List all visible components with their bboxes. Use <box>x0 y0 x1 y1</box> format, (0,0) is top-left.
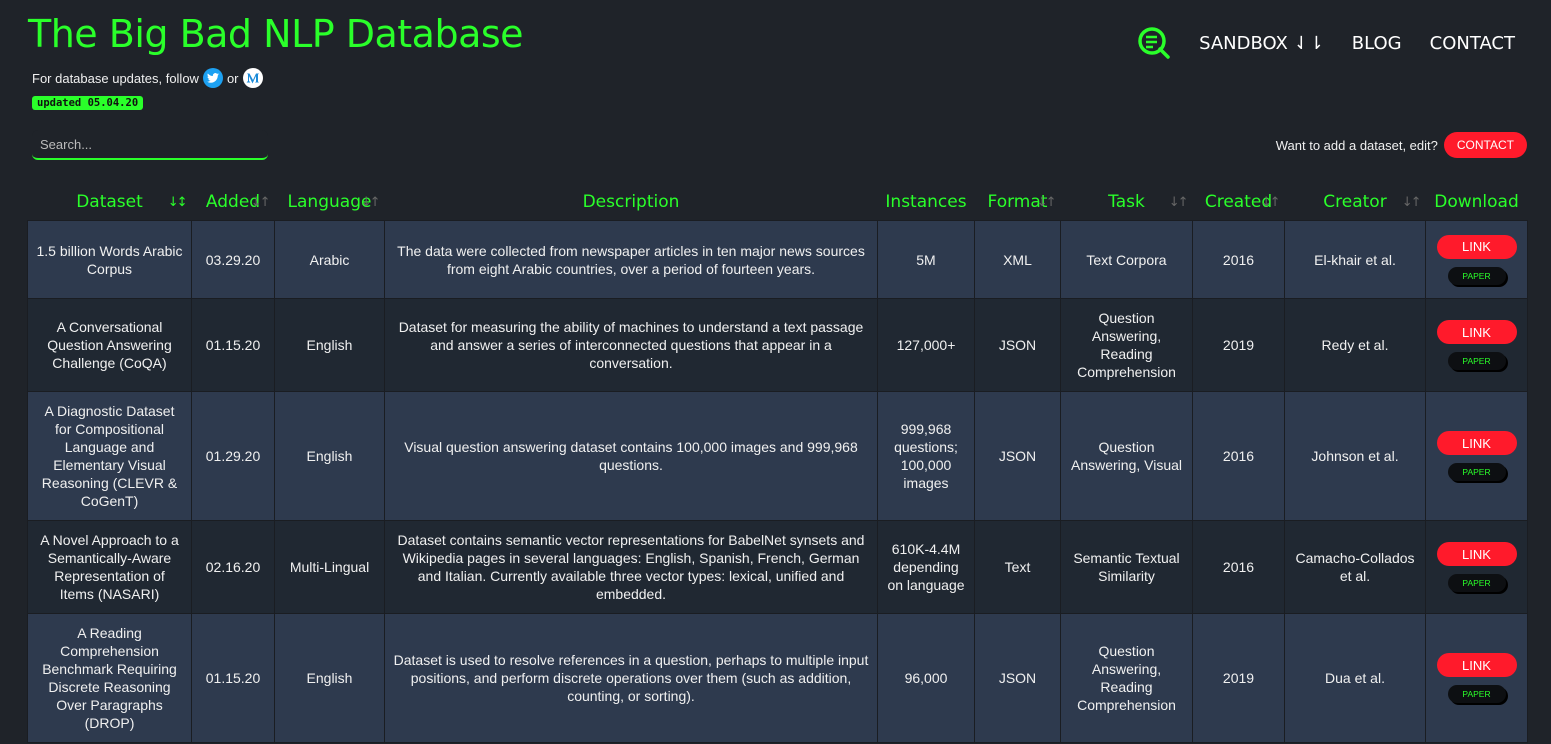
paper-button[interactable]: PAPER <box>1447 574 1506 592</box>
cell-added: 01.29.20 <box>191 391 275 521</box>
sort-icon[interactable]: ↓↑ <box>361 195 381 210</box>
cell-task: Question Answering, Reading Comprehensio… <box>1060 613 1193 743</box>
cell-task: Question Answering, Reading Comprehensio… <box>1060 298 1193 392</box>
cell-language: English <box>274 298 385 392</box>
cell-description: Dataset contains semantic vector represe… <box>384 520 878 614</box>
cell-created: 2019 <box>1192 613 1285 743</box>
cell-created: 2019 <box>1192 298 1285 392</box>
follow-line: For database updates, follow or <box>32 68 263 88</box>
table-row: A Diagnostic Dataset for Compositional L… <box>27 391 1528 521</box>
link-button[interactable]: LINK <box>1436 320 1517 344</box>
cell-creator: Camacho-Collados et al. <box>1284 520 1426 614</box>
sort-icon[interactable]: ↓↑ <box>1169 195 1189 210</box>
header-description: Description <box>384 184 878 221</box>
nav-sandbox[interactable]: SANDBOX ⇃⇂ <box>1199 33 1324 54</box>
paper-button[interactable]: PAPER <box>1447 463 1506 481</box>
cell-created: 2016 <box>1192 520 1285 614</box>
paper-button[interactable]: PAPER <box>1447 266 1506 285</box>
cell-dataset: 1.5 billion Words Arabic Corpus <box>27 220 192 299</box>
sort-icon[interactable]: ↓↑ <box>1037 195 1057 210</box>
follow-text: For database updates, follow <box>32 70 199 86</box>
cell-description: Dataset is used to resolve references in… <box>384 613 878 743</box>
link-button[interactable]: LINK <box>1436 234 1517 259</box>
paper-button[interactable]: PAPER <box>1447 352 1506 370</box>
updated-badge: updated 05.04.20 <box>32 96 144 110</box>
cell-format: Text <box>974 520 1061 614</box>
cell-instances: 127,000+ <box>877 298 975 392</box>
search-input[interactable] <box>32 130 268 160</box>
contact-button[interactable]: CONTACT <box>1443 132 1527 158</box>
table-row: A Novel Approach to a Semantically-Aware… <box>27 520 1528 614</box>
dataset-table: Dataset ↓↕ Added ↓↑ Language ↓↑ Description… <box>27 184 1528 743</box>
cell-created: 2016 <box>1192 391 1285 521</box>
cell-format: JSON <box>974 391 1061 521</box>
nav-blog[interactable]: BLOG <box>1352 33 1402 54</box>
cell-task: Text Corpora <box>1060 220 1193 299</box>
cell-creator: El-khair et al. <box>1284 220 1426 299</box>
cell-description: The data were collected from newspaper a… <box>384 220 878 299</box>
top-nav: SANDBOX ⇃⇂ BLOG CONTACT <box>1137 26 1515 60</box>
cell-format: JSON <box>974 613 1061 743</box>
follow-or: or <box>226 70 239 86</box>
cell-instances: 610K-4.4M depending on language <box>877 520 975 614</box>
nav-contact[interactable]: CONTACT <box>1430 33 1515 54</box>
cell-description: Visual question answering dataset contai… <box>384 391 878 521</box>
header-language[interactable]: Language ↓↑ <box>274 184 385 221</box>
cell-dataset: A Novel Approach to a Semantically-Aware… <box>27 520 192 614</box>
cell-added: 01.15.20 <box>191 613 275 743</box>
header-creator[interactable]: Creator ↓↑ <box>1284 184 1426 221</box>
cell-added: 02.16.20 <box>191 520 275 614</box>
cell-download: LINK PAPER <box>1425 520 1528 614</box>
cell-language: English <box>274 391 385 521</box>
table-row: 1.5 billion Words Arabic Corpus 03.29.20… <box>27 220 1528 299</box>
search-logo-icon[interactable] <box>1137 26 1171 60</box>
header-added[interactable]: Added ↓↑ <box>191 184 275 221</box>
sort-icon[interactable]: ↓↑ <box>1402 195 1422 210</box>
site-title: The Big Bad NLP Database <box>28 12 524 56</box>
cell-created: 2016 <box>1192 220 1285 299</box>
link-button[interactable]: LINK <box>1436 431 1517 455</box>
cell-instances: 5M <box>877 220 975 299</box>
cell-task: Question Answering, Visual <box>1060 391 1193 521</box>
medium-icon[interactable] <box>242 68 263 88</box>
cell-creator: Redy et al. <box>1284 298 1426 392</box>
cell-instances: 96,000 <box>877 613 975 743</box>
header-created[interactable]: Created ↓↑ <box>1192 184 1285 221</box>
paper-button[interactable]: PAPER <box>1447 685 1506 703</box>
cell-download: LINK PAPER <box>1425 220 1528 299</box>
cell-instances: 999,968 questions; 100,000 images <box>877 391 975 521</box>
cell-download: LINK PAPER <box>1425 298 1528 392</box>
cell-language: English <box>274 613 385 743</box>
sort-icon[interactable]: ↓↑ <box>1261 195 1281 210</box>
add-dataset-row: Want to add a dataset, edit? CONTACT <box>1276 132 1527 158</box>
cell-task: Semantic Textual Similarity <box>1060 520 1193 614</box>
header-task[interactable]: Task ↓↑ <box>1060 184 1193 221</box>
header-format[interactable]: Format ↓↑ <box>974 184 1061 221</box>
add-dataset-text: Want to add a dataset, edit? <box>1275 137 1438 153</box>
cell-added: 03.29.20 <box>191 220 275 299</box>
link-button[interactable]: LINK <box>1436 542 1517 566</box>
cell-added: 01.15.20 <box>191 298 275 392</box>
cell-description: Dataset for measuring the ability of mac… <box>384 298 878 392</box>
cell-dataset: A Diagnostic Dataset for Compositional L… <box>27 391 192 521</box>
cell-download: LINK PAPER <box>1425 613 1528 743</box>
cell-dataset: A Reading Comprehension Benchmark Requir… <box>27 613 192 743</box>
cell-creator: Dua et al. <box>1284 613 1426 743</box>
table-row: A Reading Comprehension Benchmark Requir… <box>27 613 1528 743</box>
link-button[interactable]: LINK <box>1436 653 1517 677</box>
cell-format: XML <box>974 220 1061 299</box>
table-row: A Conversational Question Answering Chal… <box>27 298 1528 392</box>
cell-language: Multi-Lingual <box>274 520 385 614</box>
cell-creator: Johnson et al. <box>1284 391 1426 521</box>
header-download: Download <box>1425 184 1528 221</box>
sort-icon[interactable]: ↓↕ <box>168 195 188 210</box>
sort-icon[interactable]: ↓↑ <box>251 195 271 210</box>
cell-format: JSON <box>974 298 1061 392</box>
cell-language: Arabic <box>274 220 385 299</box>
cell-download: LINK PAPER <box>1425 391 1528 521</box>
cell-dataset: A Conversational Question Answering Chal… <box>27 298 192 392</box>
twitter-icon[interactable] <box>202 68 223 88</box>
header-instances: Instances <box>877 184 975 221</box>
header-dataset[interactable]: Dataset ↓↕ <box>27 184 192 221</box>
